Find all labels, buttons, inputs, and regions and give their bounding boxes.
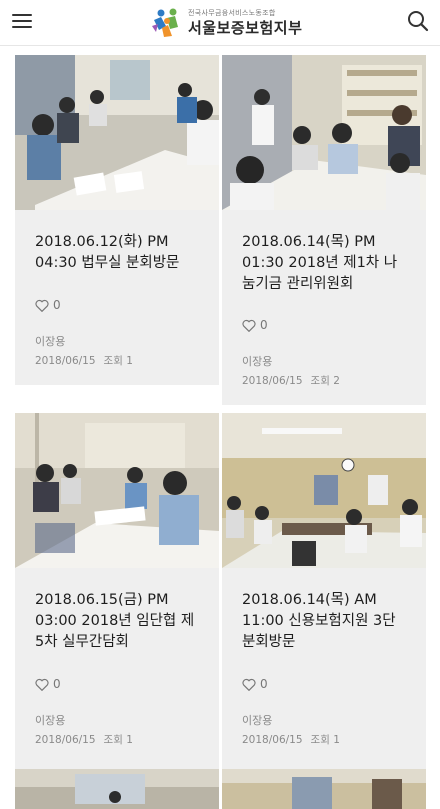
post-date: 2018/06/15 <box>35 355 96 367</box>
post-photo <box>222 413 426 568</box>
heart-icon <box>242 678 256 691</box>
post-likes[interactable]: 0 <box>242 318 406 332</box>
post-title: 2018.06.14(목) PM 01:30 2018년 제1차 나눔기금 관리… <box>242 234 398 292</box>
post-author: 이장용 <box>242 355 273 368</box>
post-date: 2018/06/15 <box>242 734 303 746</box>
post-photo <box>222 769 426 809</box>
post-views: 조회 1 <box>310 734 340 746</box>
post-card[interactable] <box>15 769 219 809</box>
post-likes[interactable]: 0 <box>242 677 406 691</box>
logo-icon <box>150 6 184 40</box>
search-button[interactable] <box>406 9 430 33</box>
like-count: 0 <box>53 677 61 691</box>
post-views: 조회 1 <box>103 734 133 746</box>
post-author: 이장용 <box>35 335 66 348</box>
menu-button[interactable] <box>12 12 34 30</box>
post-photo <box>15 55 219 210</box>
post-card[interactable]: 2018.06.15(금) PM 03:00 2018년 임단협 제5차 실무간… <box>15 413 219 787</box>
post-meta: 2018/06/15 조회 1 <box>35 353 199 368</box>
post-meta: 2018/06/15 조회 1 <box>35 732 199 747</box>
site-logo[interactable]: 전국사무금융서비스노동조합 서울보증보험지부 <box>150 4 302 42</box>
like-count: 0 <box>260 318 268 332</box>
heart-icon <box>35 678 49 691</box>
heart-icon <box>35 299 49 312</box>
post-likes[interactable]: 0 <box>35 298 199 312</box>
like-count: 0 <box>53 298 61 312</box>
post-date: 2018/06/15 <box>35 734 96 746</box>
app-header: 전국사무금융서비스노동조합 서울보증보험지부 <box>0 0 440 46</box>
post-author: 이장용 <box>35 714 66 727</box>
post-photo <box>15 769 219 809</box>
post-card[interactable]: 2018.06.14(목) AM 11:00 신용보험지원 3단 분회방문 0 … <box>222 413 426 787</box>
post-views: 조회 1 <box>103 355 133 367</box>
like-count: 0 <box>260 677 268 691</box>
hamburger-icon-line <box>12 20 32 22</box>
post-photo <box>222 55 426 210</box>
post-card[interactable]: 2018.06.12(화) PM 04:30 법무실 분회방문 0 이장용 20… <box>15 55 219 385</box>
post-likes[interactable]: 0 <box>35 677 199 691</box>
hamburger-icon-line <box>12 26 32 28</box>
post-meta: 2018/06/15 조회 2 <box>242 373 406 388</box>
post-photo <box>15 413 219 568</box>
post-title: 2018.06.15(금) PM 03:00 2018년 임단협 제5차 실무간… <box>35 592 195 650</box>
post-title: 2018.06.12(화) PM 04:30 법무실 분회방문 <box>35 234 180 271</box>
logo-title: 서울보증보험지부 <box>188 18 303 37</box>
post-date: 2018/06/15 <box>242 375 303 387</box>
post-author: 이장용 <box>242 714 273 727</box>
post-card[interactable] <box>222 769 426 809</box>
post-title: 2018.06.14(목) AM 11:00 신용보험지원 3단 분회방문 <box>242 592 396 650</box>
post-meta: 2018/06/15 조회 1 <box>242 732 406 747</box>
hamburger-icon-line <box>12 14 32 16</box>
post-card[interactable]: 2018.06.14(목) PM 01:30 2018년 제1차 나눔기금 관리… <box>222 55 426 405</box>
post-views: 조회 2 <box>310 375 340 387</box>
heart-icon <box>242 319 256 332</box>
search-icon <box>408 11 429 32</box>
logo-subtitle: 전국사무금융서비스노동조합 <box>188 8 276 17</box>
